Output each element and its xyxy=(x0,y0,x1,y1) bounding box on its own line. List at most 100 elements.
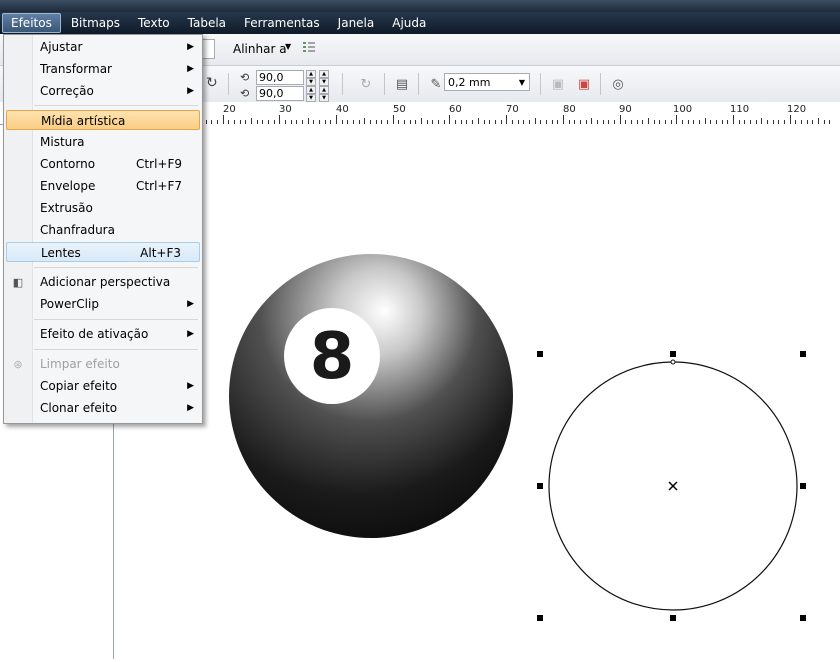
selection-handle[interactable] xyxy=(800,351,806,357)
ball-number: 8 xyxy=(310,320,355,394)
center-marker-icon xyxy=(668,481,678,491)
menu-ferramentas[interactable]: Ferramentas xyxy=(236,13,328,33)
menu-divider xyxy=(34,319,198,320)
rotation-x-row: ⟲ 90,0 ▲ ▼ ▲ ▼ xyxy=(240,69,330,86)
to-front-icon[interactable]: ▣ xyxy=(548,74,568,94)
menu-divider xyxy=(34,267,198,268)
submenu-arrow-icon: ▶ xyxy=(187,42,194,52)
selection-handle[interactable] xyxy=(800,483,806,489)
menu-divider xyxy=(34,349,198,350)
ruler-label: 40 xyxy=(336,104,349,115)
ball-body xyxy=(229,254,513,538)
submenu-arrow-icon: ▶ xyxy=(187,329,194,339)
ruler-tick xyxy=(449,115,450,124)
selection-handle[interactable] xyxy=(537,615,543,621)
ruler-label: 120 xyxy=(787,104,807,115)
menu-item-correcao[interactable]: Correção ▶ xyxy=(6,81,200,101)
menu-item-copiar-efeito[interactable]: Copiar efeito ▶ xyxy=(6,376,200,396)
submenu-arrow-icon: ▶ xyxy=(187,381,194,391)
ruler-label: 30 xyxy=(279,104,292,115)
menu-item-lentes[interactable]: Lentes Alt+F3 xyxy=(6,242,200,262)
submenu-arrow-icon: ▶ xyxy=(187,299,194,309)
rotate-icon[interactable]: ↻ xyxy=(206,75,218,91)
selection-handle[interactable] xyxy=(537,351,543,357)
menu-item-limpar-efeito[interactable]: Limpar efeito xyxy=(6,354,200,374)
ruler-tick xyxy=(563,115,564,124)
menu-bar: Efeitos Bitmaps Texto Tabela Ferramentas… xyxy=(0,12,840,34)
chevron-down-icon[interactable]: ▼ xyxy=(519,74,525,92)
wrap-text-icon[interactable]: ▤ xyxy=(392,74,412,94)
outline-width-select[interactable]: 0,2 mm ▼ xyxy=(444,73,530,91)
selection-handle[interactable] xyxy=(670,615,676,621)
ruler-tick xyxy=(790,115,791,124)
canvas-artwork: 8 xyxy=(229,254,798,611)
menu-item-clonar-efeito[interactable]: Clonar efeito ▶ xyxy=(6,398,200,418)
menu-item-powerclip[interactable]: PowerClip ▶ xyxy=(6,294,200,314)
ruler-tick xyxy=(223,115,224,124)
menu-tabela[interactable]: Tabela xyxy=(180,13,234,33)
menu-efeitos[interactable]: Efeitos xyxy=(2,13,61,33)
efeitos-menu: Ajustar ▶ Transformar ▶ Correção ▶ Mídia ar… xyxy=(3,34,203,424)
menu-item-chanfradura[interactable]: Chanfradura xyxy=(6,220,200,240)
rotation-y-stepper[interactable]: ▲ ▼ xyxy=(306,85,316,102)
ruler-label: 110 xyxy=(730,104,750,115)
selection-handle[interactable] xyxy=(670,351,676,357)
toolbar-divider xyxy=(228,73,229,95)
menu-item-contorno[interactable]: Contorno Ctrl+F9 xyxy=(6,154,200,174)
menu-item-envelope[interactable]: Envelope Ctrl+F7 xyxy=(6,176,200,196)
ruler-tick xyxy=(393,115,394,124)
menu-ajuda[interactable]: Ajuda xyxy=(384,13,434,33)
ruler-label: 90 xyxy=(619,104,632,115)
toolbar-divider xyxy=(600,73,601,95)
menu-item-extrusao[interactable]: Extrusão xyxy=(6,198,200,218)
drawing-canvas[interactable]: 8 xyxy=(114,124,840,659)
outline-width-value: 0,2 mm xyxy=(448,76,491,89)
rotation-x-icon: ⟲ xyxy=(240,71,250,84)
selected-circle[interactable] xyxy=(548,359,798,611)
rotation-y-row: ⟲ 90,0 ▲ ▼ ▲ ▼ xyxy=(240,85,330,102)
menu-bitmaps[interactable]: Bitmaps xyxy=(63,13,128,33)
selection-handle[interactable] xyxy=(800,615,806,621)
rotation-y-icon: ⟲ xyxy=(240,87,250,100)
menu-janela[interactable]: Janela xyxy=(330,13,383,33)
ruler-tick xyxy=(506,115,507,124)
ruler-tick xyxy=(279,115,280,124)
submenu-arrow-icon: ▶ xyxy=(187,86,194,96)
menu-item-efeito-de-ativacao[interactable]: Efeito de ativação ▶ xyxy=(6,324,200,344)
menu-texto[interactable]: Texto xyxy=(130,13,178,33)
ruler-label: 50 xyxy=(393,104,406,115)
rotation-y-lock[interactable]: ▲ ▼ xyxy=(319,85,329,102)
circle-node xyxy=(670,359,676,365)
menu-item-transformar[interactable]: Transformar ▶ xyxy=(6,59,200,79)
menu-item-mistura[interactable]: Mistura xyxy=(6,132,200,152)
menu-item-ajustar[interactable]: Ajustar ▶ xyxy=(6,37,200,57)
ruler-label: 60 xyxy=(449,104,462,115)
outline-pen-icon: ✎ xyxy=(430,76,442,92)
ruler-label: 20 xyxy=(223,104,236,115)
menu-item-adicionar-perspectiva[interactable]: Adicionar perspectiva xyxy=(6,272,200,292)
chevron-down-icon[interactable]: ▼ xyxy=(285,42,291,51)
eight-ball[interactable]: 8 xyxy=(229,254,513,538)
selection-handle[interactable] xyxy=(537,483,543,489)
convert-outline-icon[interactable]: ◎ xyxy=(608,74,628,94)
ruler-label: 100 xyxy=(673,104,693,115)
to-back-icon[interactable]: ▣ xyxy=(574,74,594,94)
toolbar-divider xyxy=(342,73,343,95)
ruler-tick xyxy=(336,115,337,124)
ruler-label: 70 xyxy=(506,104,519,115)
rotation-x-stepper[interactable]: ▲ ▼ xyxy=(306,69,316,86)
align-options-icon[interactable] xyxy=(302,41,316,55)
menu-item-midia-artistica[interactable]: Mídia artística xyxy=(6,110,200,130)
rotation-y-input[interactable]: 90,0 xyxy=(256,86,304,101)
rotation-x-input[interactable]: 90,0 xyxy=(256,70,304,85)
rotation-x-lock[interactable]: ▲ ▼ xyxy=(319,69,329,86)
toolbar-divider xyxy=(384,73,385,95)
toolbar-divider xyxy=(540,73,541,95)
ruler-tick xyxy=(733,115,734,124)
convert-to-curves-icon[interactable]: ↻ xyxy=(356,74,376,94)
ruler-tick xyxy=(676,115,677,124)
toolbar-divider xyxy=(418,73,419,95)
submenu-arrow-icon: ▶ xyxy=(187,403,194,413)
align-to-label[interactable]: Alinhar a xyxy=(233,42,287,56)
ruler-tick xyxy=(620,115,621,124)
